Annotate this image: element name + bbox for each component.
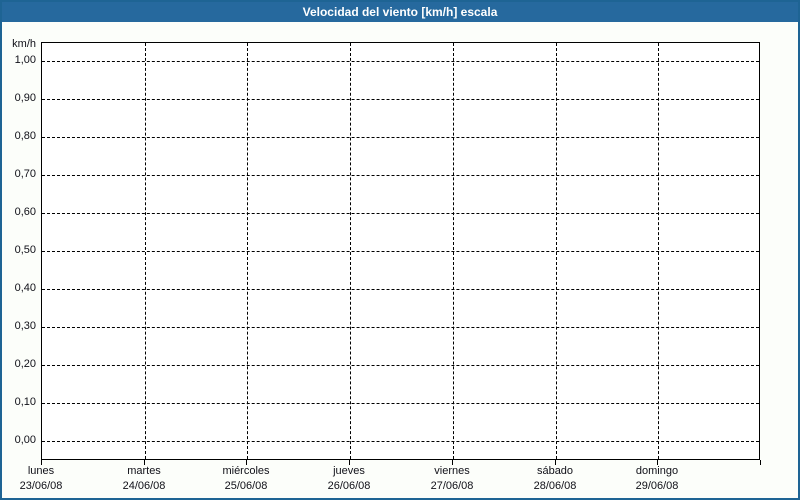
day-label: martes — [127, 465, 161, 477]
horizontal-gridline — [42, 61, 759, 62]
horizontal-gridline — [42, 175, 759, 176]
day-label: lunes — [27, 465, 55, 477]
chart-window: Velocidad del viento [km/h] escala km/h … — [0, 0, 800, 500]
vertical-gridline — [658, 43, 659, 459]
horizontal-gridline — [42, 289, 759, 290]
day-label: miércoles — [222, 465, 270, 477]
y-tick-label: 0,40 — [14, 282, 36, 294]
y-tick-label: 0,80 — [14, 130, 36, 142]
y-tick-label: 0,60 — [14, 206, 36, 218]
y-tick-label: 0,00 — [14, 434, 36, 446]
day-label: jueves — [333, 465, 365, 477]
date-label: 23/06/08 — [19, 480, 63, 492]
horizontal-gridline — [42, 213, 759, 214]
horizontal-gridline — [42, 327, 759, 328]
y-tick-label: 0,50 — [14, 244, 36, 256]
date-label: 29/06/08 — [635, 480, 679, 492]
day-label: viernes — [434, 465, 470, 477]
horizontal-gridline — [42, 99, 759, 100]
y-tick-label: 0,30 — [14, 320, 36, 332]
date-label: 27/06/08 — [430, 480, 474, 492]
y-tick-label: 0,10 — [14, 396, 36, 408]
y-tick-label: 1,00 — [14, 54, 36, 66]
horizontal-gridline — [42, 403, 759, 404]
vertical-gridline — [556, 43, 557, 459]
date-label: 25/06/08 — [224, 480, 268, 492]
horizontal-gridline — [42, 365, 759, 366]
date-label: 28/06/08 — [533, 480, 577, 492]
vertical-gridline — [453, 43, 454, 459]
date-label: 26/06/08 — [327, 480, 371, 492]
vertical-gridline — [350, 43, 351, 459]
chart-canvas: km/h 1,00 0,90 0,80 0,70 0,60 0,50 0,40 0,30 0,2… — [2, 2, 798, 498]
horizontal-gridline — [42, 251, 759, 252]
vertical-gridline — [145, 43, 146, 459]
day-label: sábado — [536, 465, 574, 477]
x-axis-tick — [760, 460, 761, 465]
date-label: 24/06/08 — [122, 480, 166, 492]
y-tick-label: 0,90 — [14, 92, 36, 104]
horizontal-gridline — [42, 137, 759, 138]
y-tick-label: 0,20 — [14, 358, 36, 370]
vertical-gridline — [247, 43, 248, 459]
plot-area — [41, 42, 760, 460]
y-axis-unit-label: km/h — [12, 38, 36, 50]
day-label: domingo — [635, 465, 679, 477]
y-tick-label: 0,70 — [14, 168, 36, 180]
horizontal-gridline — [42, 441, 759, 442]
